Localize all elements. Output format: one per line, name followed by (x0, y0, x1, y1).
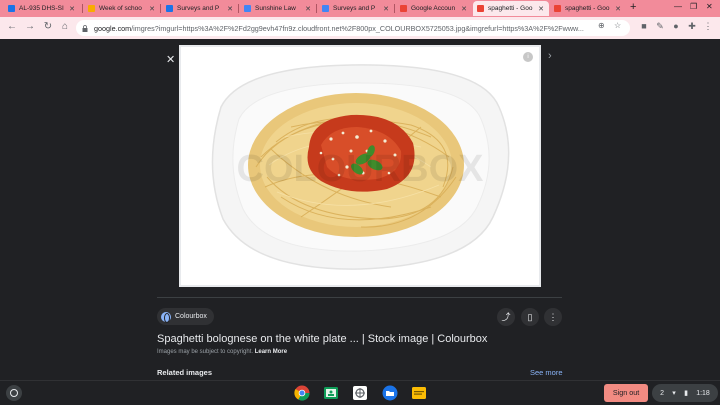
menu-kebab-icon[interactable]: ⋮ (702, 21, 714, 32)
globe-icon (161, 311, 171, 323)
tab-close-icon[interactable]: ✕ (304, 5, 312, 13)
tab-strip: AL-935 DHS-SI ✕ Week of schoo ✕ Surveys … (0, 0, 720, 17)
tab-close-icon[interactable]: ✕ (68, 5, 76, 13)
more-options-button[interactable]: ⋮ (544, 308, 562, 326)
tab-close-icon[interactable]: ✕ (382, 5, 390, 13)
puzzle-icon[interactable]: ✚ (686, 21, 698, 32)
tab-separator (160, 4, 161, 13)
restore-icon[interactable]: ❐ (690, 2, 697, 11)
see-more-link[interactable]: See more (530, 368, 563, 377)
classroom-app-icon[interactable] (323, 385, 339, 401)
image-info-icon[interactable]: i (523, 52, 533, 62)
browser-toolbar: ← → ↻ ⌂ google.com/imgres?imgurl=https%3… (0, 17, 720, 39)
notification-count-badge: 2 (660, 389, 665, 397)
tab[interactable]: Surveys and P ✕ (162, 1, 238, 16)
tab-favicon-icon (88, 5, 95, 12)
tab-close-icon[interactable]: ✕ (226, 5, 234, 13)
battery-icon: ▮ (684, 390, 688, 397)
tab-title: Google Accoun (411, 5, 456, 12)
tab[interactable]: Week of schoo ✕ (84, 1, 160, 16)
tab-title: spaghetti - Goo (488, 5, 533, 12)
watermark-text: COLOURBOX (237, 148, 485, 190)
related-images-heading: Related images (157, 368, 213, 377)
extension-icon[interactable]: ■ (638, 21, 650, 31)
status-tray[interactable]: 2 ▾ ▮ 1:18 (652, 384, 718, 402)
preview-image[interactable]: COLOURBOX i (179, 45, 541, 287)
back-arrow-icon[interactable]: ← (6, 21, 18, 32)
divider (157, 297, 562, 298)
chrome-app-icon[interactable] (294, 385, 310, 401)
bookmark-star-icon[interactable]: ☆ (614, 21, 621, 30)
tab-active[interactable]: spaghetti - Goo ✕ (473, 1, 549, 16)
url-path: /imgres?imgurl=https%3A%2F%2Fd2gg9evh47f… (131, 23, 584, 33)
lock-icon (82, 24, 88, 32)
url-host: google.com (94, 23, 132, 33)
close-window-icon[interactable]: ✕ (706, 2, 713, 11)
save-bookmark-button[interactable]: ▯ (521, 308, 539, 326)
tab-favicon-icon (8, 5, 15, 12)
image-result-title[interactable]: Spaghetti bolognese on the white plate .… (157, 333, 487, 345)
tab[interactable]: spaghetti - Goo ✕ (550, 1, 626, 16)
tab-title: AL-935 DHS-SI (19, 5, 64, 12)
tab-separator (316, 4, 317, 13)
tab-close-icon[interactable]: ✕ (537, 5, 545, 13)
pencil-icon[interactable]: ✎ (654, 21, 666, 32)
tab-favicon-icon (322, 5, 329, 12)
files-app-icon[interactable] (382, 385, 398, 401)
clock-time: 1:18 (696, 389, 710, 397)
tab-favicon-icon (244, 5, 251, 12)
tab-title: Week of schoo (99, 5, 142, 12)
close-icon[interactable]: ✕ (166, 53, 175, 66)
tab[interactable]: Surveys and P ✕ (318, 1, 394, 16)
share-button[interactable]: ⤴ (497, 308, 515, 326)
tab-separator (238, 4, 239, 13)
new-tab-button[interactable]: + (630, 1, 636, 13)
tab-title: Surveys and P (333, 5, 376, 12)
wifi-icon: ▾ (672, 390, 676, 397)
tab-favicon-icon (477, 5, 484, 12)
tab-favicon-icon (166, 5, 173, 12)
keep-notes-app-icon[interactable] (411, 385, 427, 401)
tab-separator (394, 4, 395, 13)
source-name: Colourbox (175, 313, 207, 320)
tab-title: Surveys and P (177, 5, 220, 12)
screencast-app-icon[interactable] (352, 385, 368, 401)
minimize-icon[interactable]: — (674, 2, 682, 11)
profile-icon[interactable]: ● (670, 21, 682, 31)
tab-title: Sunshine Law (255, 5, 296, 12)
tab-close-icon[interactable]: ✕ (614, 5, 622, 13)
sign-out-button[interactable]: Sign out (604, 384, 648, 402)
learn-more-link[interactable]: Learn More (255, 349, 287, 355)
tab-close-icon[interactable]: ✕ (460, 5, 468, 13)
tab-title: spaghetti - Goo (565, 5, 610, 12)
address-bar[interactable]: google.com/imgres?imgurl=https%3A%2F%2Fd… (76, 20, 630, 36)
url-text: google.com/imgres?imgurl=https%3A%2F%2Fd… (94, 24, 630, 33)
tab[interactable]: Sunshine Law ✕ (240, 1, 316, 16)
spaghetti-plate-image: COLOURBOX (181, 47, 539, 285)
copyright-notice: Images may be subject to copyright. Lear… (157, 349, 287, 355)
source-chip[interactable]: Colourbox (157, 308, 214, 325)
forward-arrow-icon[interactable]: → (24, 21, 36, 32)
reload-icon[interactable]: ↻ (42, 21, 54, 32)
home-icon[interactable]: ⌂ (59, 21, 71, 32)
tab-favicon-icon (400, 5, 407, 12)
copyright-text: Images may be subject to copyright. (157, 349, 254, 355)
tab-favicon-icon (554, 5, 561, 12)
chevron-right-icon[interactable]: › (548, 50, 552, 62)
zoom-lens-icon[interactable]: ⊕ (598, 21, 605, 30)
tab-separator (82, 4, 83, 13)
tab-close-icon[interactable]: ✕ (148, 5, 156, 13)
tab[interactable]: AL-935 DHS-SI ✕ (4, 1, 80, 16)
launcher-button[interactable] (6, 385, 22, 401)
tab[interactable]: Google Accoun ✕ (396, 1, 472, 16)
chromeos-shelf: Sign out 2 ▾ ▮ 1:18 (0, 380, 720, 405)
